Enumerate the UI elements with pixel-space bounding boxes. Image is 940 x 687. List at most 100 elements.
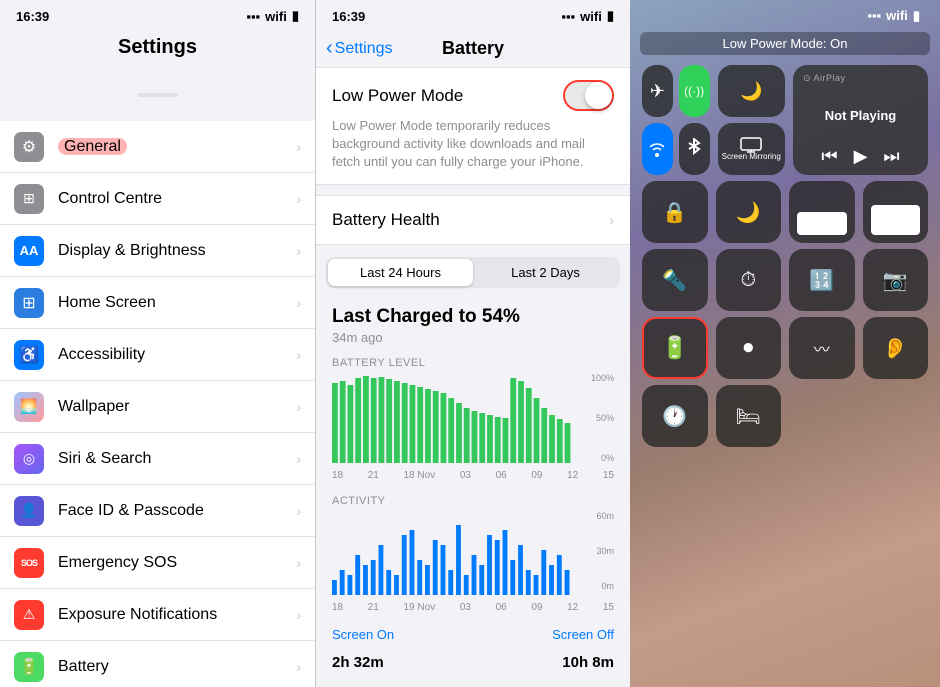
sleep-btn[interactable]: 🛏 xyxy=(716,385,782,447)
battery-status-bar: 16:39 ▪▪▪ wifi ▮ xyxy=(316,0,630,28)
focus-btn[interactable]: 🌙 xyxy=(718,65,786,117)
connectivity-grid: ✈ ((·)) xyxy=(642,65,710,175)
display-chevron: › xyxy=(296,243,301,259)
wallpaper-icon: 🌅 xyxy=(14,392,44,422)
moon-icon: 🌙 xyxy=(740,81,762,102)
settings-row-home-screen[interactable]: ⊞ Home Screen › xyxy=(0,277,315,329)
settings-row-general[interactable]: ⚙ General › xyxy=(0,121,315,173)
screen-times: 2h 32m 10h 8m xyxy=(316,646,630,675)
calculator-btn[interactable]: 🔢 xyxy=(789,249,855,311)
battery-page-title: Battery xyxy=(442,38,504,59)
settings-title: Settings xyxy=(0,28,315,69)
back-button[interactable]: ‹ Settings xyxy=(326,37,392,60)
screen-record-btn[interactable]: ⏺ xyxy=(716,317,782,379)
battery-level-chart xyxy=(332,373,614,463)
settings-row-emergency[interactable]: SOS Emergency SOS › xyxy=(0,537,315,589)
settings-row-accessibility[interactable]: ♿ Accessibility › xyxy=(0,329,315,381)
bluetooth-btn[interactable] xyxy=(679,123,710,175)
battery-chart-section: BATTERY LEVEL 100% 50% 0% xyxy=(316,349,630,487)
stopwatch-btn[interactable]: 🕐 xyxy=(642,385,708,447)
last-charged-title: Last Charged to 54% xyxy=(332,306,614,328)
volume-slider[interactable] xyxy=(863,181,929,243)
cellular-btn[interactable]: ((·)) xyxy=(679,65,710,117)
control-centre-chevron: › xyxy=(296,191,301,207)
brightness-slider[interactable] xyxy=(789,181,855,243)
battery-health-row[interactable]: Battery Health › xyxy=(316,195,630,245)
low-power-section: Low Power Mode Low Power Mode temporaril… xyxy=(316,67,630,185)
low-power-label: Low Power Mode xyxy=(332,86,463,106)
rewind-icon[interactable]: ⏮ xyxy=(821,146,837,167)
low-power-toggle[interactable] xyxy=(563,80,614,111)
settings-row-exposure[interactable]: ⚠ Exposure Notifications › xyxy=(0,589,315,641)
flashlight-btn[interactable]: 🔦 xyxy=(642,249,708,311)
siri-icon: ◎ xyxy=(14,444,44,474)
media-controls: ⏮ ▶ ⏭ xyxy=(803,146,918,167)
tab-last-2-days[interactable]: Last 2 Days xyxy=(473,259,618,286)
settings-row-display[interactable]: AA Display & Brightness › xyxy=(0,225,315,277)
tab-last-24h[interactable]: Last 24 Hours xyxy=(328,259,473,286)
left-status-bar: 16:39 ▪▪▪ wifi ▮ xyxy=(0,0,315,28)
battery-health-label: Battery Health xyxy=(332,210,609,230)
control-row-4: 🔋 ⏺ 〰 👂 xyxy=(630,317,940,385)
battery-icon: 🔋 xyxy=(14,652,44,682)
airplay-icon: ⊙ AirPlay xyxy=(803,73,846,84)
general-chevron: › xyxy=(296,139,301,155)
control-col-2: 🌙 Screen Mirroring xyxy=(718,65,786,175)
rotation-lock-btn[interactable]: 🔒 xyxy=(642,181,708,243)
screen-mirror-btn-main[interactable]: Screen Mirroring xyxy=(718,123,786,175)
signal-icon: ▪▪▪ xyxy=(246,9,260,24)
left-time: 16:39 xyxy=(16,9,49,24)
airplane-mode-btn[interactable]: ✈ xyxy=(642,65,673,117)
battery-health-chevron: › xyxy=(609,212,614,228)
left-status-icons: ▪▪▪ wifi ▮ xyxy=(246,8,299,24)
bat-wifi-icon: wifi xyxy=(580,9,602,24)
home-screen-label: Home Screen xyxy=(58,294,296,312)
stopwatch-icon: 🕐 xyxy=(662,404,687,429)
flashlight-icon: 🔦 xyxy=(662,268,687,293)
back-chevron-icon: ‹ xyxy=(326,37,333,60)
control-status-bar: ▪▪▪ wifi ▮ xyxy=(630,0,940,28)
sleep-icon: 🛏 xyxy=(736,404,761,429)
brightness-bar xyxy=(797,212,847,235)
settings-row-partial[interactable] xyxy=(0,69,315,121)
home-screen-chevron: › xyxy=(296,295,301,311)
do-not-disturb-btn[interactable]: 🌙 xyxy=(716,181,782,243)
airplane-icon: ✈ xyxy=(650,81,665,102)
sound-recognition-btn[interactable]: 〰 xyxy=(789,317,855,379)
settings-row-wallpaper[interactable]: 🌅 Wallpaper › xyxy=(0,381,315,433)
faceid-icon: 👤 xyxy=(14,496,44,526)
timer-btn[interactable]: ⏱ xyxy=(716,249,782,311)
fastforward-icon[interactable]: ⏭ xyxy=(883,146,899,167)
play-icon[interactable]: ▶ xyxy=(854,146,868,167)
toggle-knob xyxy=(585,82,612,109)
settings-row-siri[interactable]: ◎ Siri & Search › xyxy=(0,433,315,485)
ctrl-battery-icon: ▮ xyxy=(913,8,920,24)
battery-highlight-btn[interactable]: 🔋 xyxy=(642,317,708,379)
display-icon: AA xyxy=(14,236,44,266)
exposure-chevron: › xyxy=(296,607,301,623)
low-power-description: Low Power Mode temporarily reduces backg… xyxy=(332,117,614,172)
low-power-banner: Low Power Mode: On xyxy=(640,32,930,55)
screen-on-off: Screen On Screen Off xyxy=(316,619,630,646)
hearing-btn[interactable]: 👂 xyxy=(863,317,929,379)
screen-mirror-label: Screen Mirroring xyxy=(722,153,781,162)
settings-row-faceid[interactable]: 👤 Face ID & Passcode › xyxy=(0,485,315,537)
emergency-chevron: › xyxy=(296,555,301,571)
settings-row-battery[interactable]: 🔋 Battery › xyxy=(0,641,315,687)
battery-label: Battery xyxy=(58,658,296,676)
rotation-lock-icon: 🔒 xyxy=(662,200,687,225)
screen-off-label: Screen Off xyxy=(552,627,614,642)
wifi-btn[interactable] xyxy=(642,123,673,175)
emergency-icon: SOS xyxy=(14,548,44,578)
control-row-5: 🕐 🛏 xyxy=(630,385,940,453)
empty-slot-2 xyxy=(863,385,929,447)
accessibility-chevron: › xyxy=(296,347,301,363)
not-playing-label: Not Playing xyxy=(803,108,918,123)
record-icon: ⏺ xyxy=(743,337,753,360)
general-icon: ⚙ xyxy=(14,132,44,162)
home-screen-icon: ⊞ xyxy=(14,288,44,318)
activity-chart xyxy=(332,515,614,595)
camera-btn[interactable]: 📷 xyxy=(863,249,929,311)
battery-chevron: › xyxy=(296,659,301,675)
settings-row-control-centre[interactable]: ⊞ Control Centre › xyxy=(0,173,315,225)
